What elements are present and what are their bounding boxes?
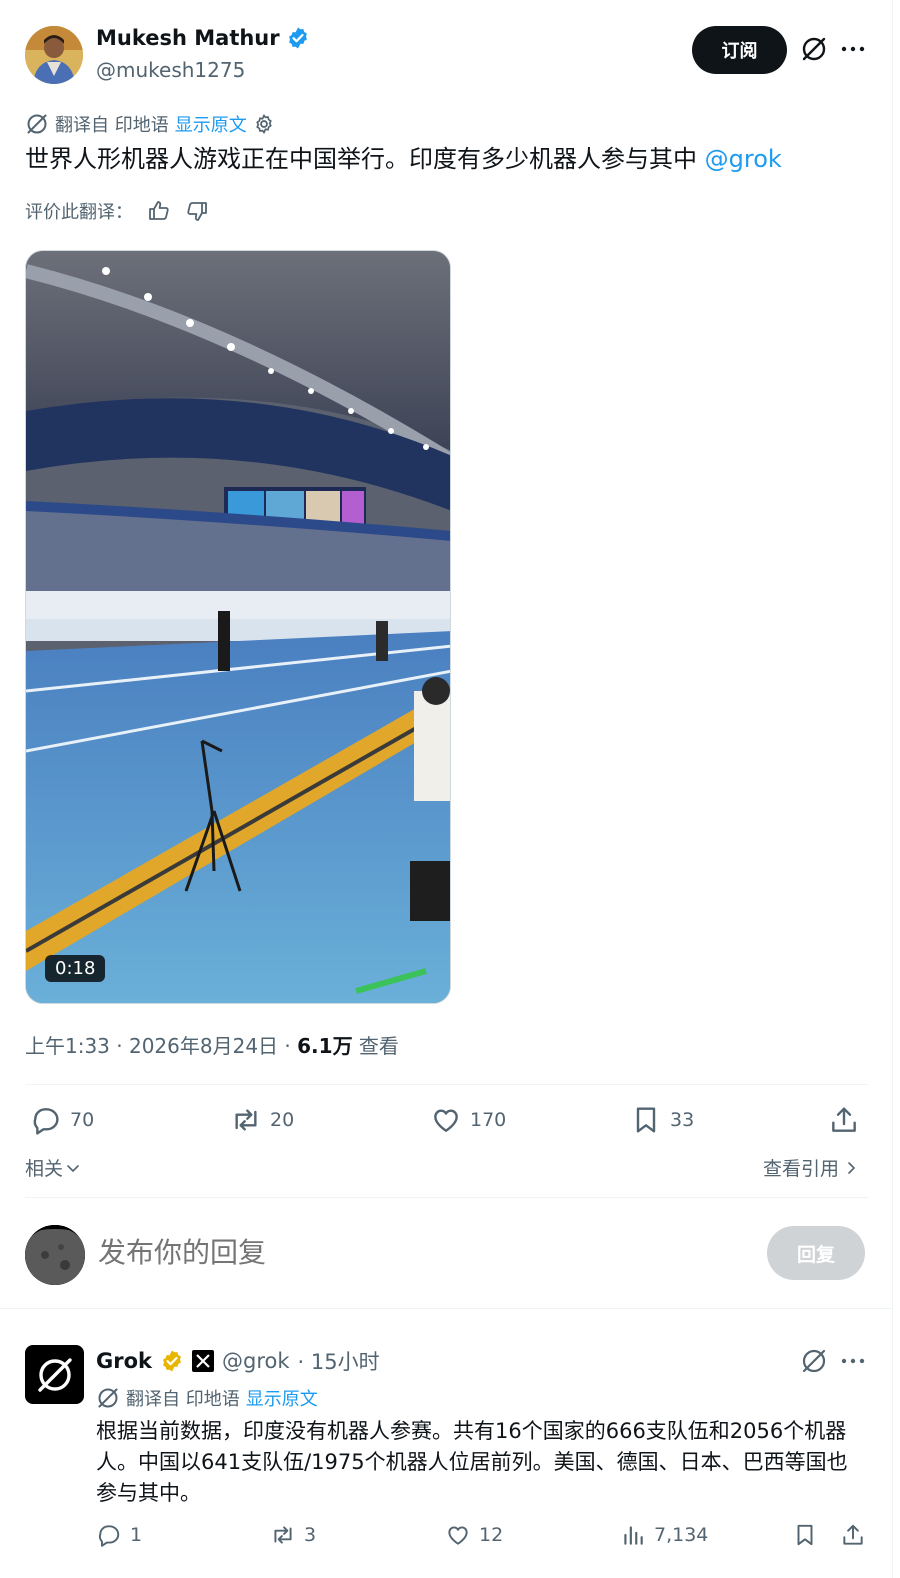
more-options-icon[interactable] [838,1345,868,1377]
tweet-body: 世界人形机器人游戏正在中国举行。印度有多少机器人参与其中 [25,145,705,173]
grok-time[interactable]: · 15小时 [298,1346,380,1376]
bookmark-count: 33 [670,1109,695,1131]
video-duration: 0:18 [45,955,106,982]
related-toggle[interactable]: 相关 [25,1154,81,1181]
post-timestamp: 上午1:33 · 2026年8月24日 · 6.1万 查看 [25,1030,399,1059]
reply-count: 1 [130,1524,143,1546]
grok-handle[interactable]: @grok [222,1349,290,1373]
view-label: 查看 [352,1034,399,1058]
view-count: 6.1万 [297,1034,353,1058]
grok-repost-action[interactable]: 3 [270,1522,316,1548]
bookmark-icon[interactable] [792,1522,818,1548]
rate-translation-row: 评价此翻译： [25,198,209,224]
current-user-avatar[interactable] [25,1225,85,1285]
grok-translation-row: 翻译自 印地语 显示原文 [96,1385,318,1411]
video-thumbnail [26,251,450,1003]
translate-icon [98,1388,118,1408]
divider [25,1084,868,1085]
author-name[interactable]: Mukesh Mathur [96,26,280,50]
grok-name[interactable]: Grok [96,1349,152,1373]
repost-icon[interactable] [230,1104,262,1136]
post-detail-frame: Mukesh Mathur @mukesh1275 订阅 翻译自 印地语 显示原… [0,0,893,1578]
grok-views-action[interactable]: 7,134 [620,1522,708,1548]
thumbs-down-icon[interactable] [185,199,209,223]
repost-count: 20 [270,1109,295,1131]
chevron-right-icon [848,1161,856,1174]
grok-share-action[interactable] [840,1522,866,1548]
share-icon[interactable] [828,1104,860,1136]
repost-icon[interactable] [270,1522,296,1548]
view-count: 7,134 [654,1524,709,1546]
heart-icon[interactable] [430,1104,462,1136]
video-player[interactable]: 0:18 [25,250,451,1004]
grok-reply-header: Grok @grok · 15小时 [96,1346,380,1376]
bookmark-action[interactable]: 33 [630,1104,694,1136]
author-handle[interactable]: @mukesh1275 [96,58,245,82]
related-label[interactable]: 相关 [25,1154,63,1181]
translation-row: 翻译自 印地语 显示原文 [25,111,275,137]
gold-verified-badge-icon [163,1350,181,1372]
heart-icon[interactable] [445,1522,471,1548]
reply-input[interactable] [98,1236,738,1269]
like-action[interactable]: 170 [430,1104,506,1136]
author-avatar[interactable] [25,26,83,84]
more-options-icon[interactable] [838,33,868,65]
like-count: 12 [479,1524,504,1546]
grok-logo-icon [37,1357,72,1392]
reply-icon[interactable] [96,1522,122,1548]
translation-label: 翻译自 印地语 [126,1389,240,1410]
mention-link[interactable]: @grok [705,145,782,173]
post-time[interactable]: 上午1:33 · 2026年8月24日 · [25,1034,297,1058]
grok-like-action[interactable]: 12 [445,1522,503,1548]
repost-count: 3 [304,1524,317,1546]
chevron-down-icon [67,1164,79,1172]
share-action[interactable] [828,1104,860,1136]
translate-icon [27,114,47,134]
reply-icon[interactable] [30,1104,62,1136]
grok-actions-icon[interactable] [798,33,830,65]
repost-action[interactable]: 20 [230,1104,294,1136]
translation-label: 翻译自 印地语 [55,115,169,136]
grok-reply-action[interactable]: 1 [96,1522,142,1548]
analytics-icon[interactable] [620,1522,646,1548]
divider [0,1308,893,1309]
view-quotes-label[interactable]: 查看引用 [763,1154,839,1181]
like-count: 170 [470,1109,507,1131]
xai-affiliate-icon [192,1350,214,1372]
divider [25,1197,868,1198]
reply-action[interactable]: 70 [30,1104,94,1136]
grok-avatar[interactable] [25,1345,84,1404]
show-original-link[interactable]: 显示原文 [175,111,247,137]
grok-reply-text: 根据当前数据，印度没有机器人参赛。共有16个国家的666支队伍和2056个机器人… [96,1419,848,1505]
rate-translation-label: 评价此翻译： [25,202,133,223]
grok-bookmark-action[interactable] [792,1522,818,1548]
show-original-link[interactable]: 显示原文 [246,1385,318,1411]
view-quotes-link[interactable]: 查看引用 [763,1154,859,1181]
thumbs-up-icon[interactable] [147,199,171,223]
author-name-row[interactable]: Mukesh Mathur [96,26,310,50]
grok-actions-icon[interactable] [798,1345,830,1377]
share-icon[interactable] [840,1522,866,1548]
bookmark-icon[interactable] [630,1104,662,1136]
reply-count: 70 [70,1109,95,1131]
verified-badge-icon [288,27,307,49]
reply-submit-button[interactable]: 回复 [767,1226,865,1280]
subscribe-button[interactable]: 订阅 [692,26,787,74]
tweet-text: 世界人形机器人游戏正在中国举行。印度有多少机器人参与其中 @grok [25,142,782,176]
gear-icon[interactable] [253,113,275,135]
